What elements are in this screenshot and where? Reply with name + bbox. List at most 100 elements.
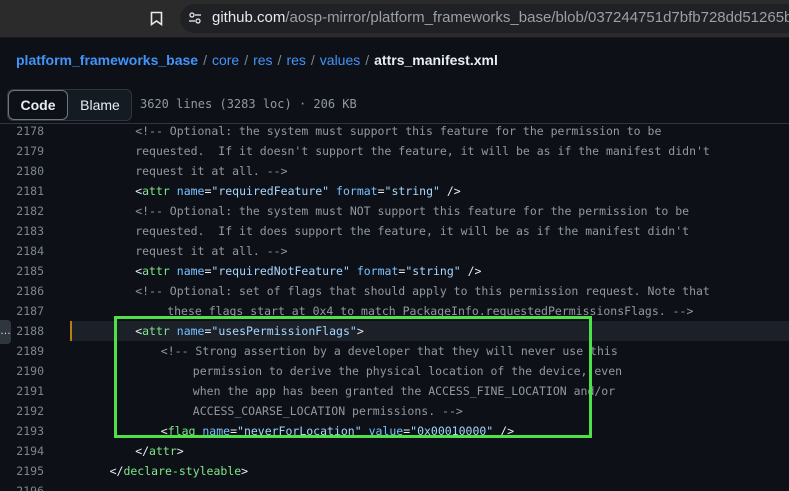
- code-token: request it at all. -->: [135, 244, 288, 258]
- breadcrumb-separator: /: [277, 52, 282, 68]
- code-text: <!-- Optional: the system must support t…: [135, 121, 661, 141]
- code-token: />: [439, 184, 461, 198]
- line-number[interactable]: 2192: [0, 401, 44, 421]
- code-text: requested. If it does support the featur…: [135, 221, 689, 241]
- code-token: format: [356, 264, 399, 278]
- tab-blame[interactable]: Blame: [70, 90, 130, 120]
- code-text: permission to derive the physical locati…: [193, 361, 622, 381]
- code-text: ACCESS_COARSE_LOCATION permissions. -->: [193, 401, 463, 421]
- code-token: name: [176, 324, 205, 338]
- file-info: 3620 lines (3283 loc) · 206 KB: [140, 97, 357, 111]
- line-number[interactable]: 2190: [0, 361, 44, 381]
- code-line: 2179 requested. If it doesn't support the…: [0, 141, 789, 161]
- breadcrumb-separator: /: [365, 52, 370, 68]
- code-line: 2196: [0, 481, 789, 491]
- code-text: request it at all. -->: [135, 241, 287, 261]
- code-text: </attr>: [135, 441, 184, 461]
- code-header: Code Blame 3620 lines (3283 loc) · 206 K…: [0, 86, 789, 124]
- line-number[interactable]: 2194: [0, 441, 44, 461]
- code-token: permission to derive the physical locati…: [192, 364, 623, 378]
- line-number[interactable]: 2179: [0, 141, 44, 161]
- line-number[interactable]: 2191: [0, 381, 44, 401]
- code-line: 2186 <!-- Optional: set of flags that sho…: [0, 281, 789, 301]
- code-text: <attr name="usesPermissionFlags">: [135, 321, 364, 341]
- breadcrumb-separator: /: [310, 52, 315, 68]
- code-token: format: [336, 184, 378, 198]
- code-text: <attr name="requiredFeature" format="str…: [135, 181, 461, 201]
- code-token: attr: [149, 444, 177, 458]
- code-token: >: [356, 324, 364, 338]
- breadcrumb-res-link[interactable]: res: [253, 52, 272, 68]
- code-line: 2188 <attr name="usesPermissionFlags">: [0, 321, 789, 341]
- code-token: ACCESS_COARSE_LOCATION permissions. -->: [192, 404, 463, 418]
- code-line: 2182 <!-- Optional: the system must NOT s…: [0, 201, 789, 221]
- line-number[interactable]: 2181: [0, 181, 44, 201]
- line-number[interactable]: 2189: [0, 341, 44, 361]
- code-line: 2189 <!-- Strong assertion by a developer…: [0, 341, 789, 361]
- code-line: 2183 requested. If it does support the fe…: [0, 221, 789, 241]
- code-token: "requiredFeature": [211, 184, 330, 198]
- code-text: <!-- Optional: the system must NOT suppo…: [135, 201, 689, 221]
- code-token: when the app has been granted the ACCESS…: [192, 384, 616, 398]
- line-number[interactable]: 2185: [0, 261, 44, 281]
- code-token: "requiredNotFeature": [211, 264, 350, 278]
- code-line: 2192 ACCESS_COARSE_LOCATION permissions. …: [0, 401, 789, 421]
- code-line: 2181 <attr name="requiredFeature" format=…: [0, 181, 789, 201]
- site-info-icon[interactable]: [188, 11, 202, 25]
- line-number[interactable]: 2195: [0, 461, 44, 481]
- code-token: <!-- Strong assertion by a developer tha…: [160, 344, 618, 358]
- code-line: 2193 <flag name="neverForLocation" value=…: [0, 421, 789, 441]
- code-line: 2180 request it at all. -->: [0, 161, 789, 181]
- code-token: name: [176, 184, 205, 198]
- code-token: >: [241, 464, 249, 478]
- code-token: </: [135, 444, 150, 458]
- code-line: 2195 </declare-styleable>: [0, 461, 789, 481]
- code-line: 2190 permission to derive the physical lo…: [0, 361, 789, 381]
- code-token: "usesPermissionFlags": [211, 324, 357, 338]
- code-line: 2185 <attr name="requiredNotFeature" form…: [0, 261, 789, 281]
- bookmark-icon[interactable]: [150, 11, 163, 26]
- line-number[interactable]: 2184: [0, 241, 44, 261]
- code-token: these flags start at 0x4 to match Packag…: [167, 304, 694, 318]
- breadcrumb-values-link[interactable]: values: [320, 52, 360, 68]
- code-token: "0x00010000": [410, 424, 494, 438]
- browser-toolbar: github.com/aosp-mirror/platform_framewor…: [0, 0, 789, 38]
- breadcrumb-repo-link[interactable]: platform_frameworks_base: [16, 52, 198, 68]
- breadcrumb-current-file: attrs_manifest.xml: [374, 52, 498, 68]
- url-path: /aosp-mirror/platform_frameworks_base/bl…: [285, 9, 789, 26]
- code-text: </declare-styleable>: [110, 461, 249, 481]
- line-number[interactable]: 2196: [0, 481, 44, 491]
- breadcrumb-separator: /: [203, 52, 207, 68]
- code-token: "neverForLocation": [237, 424, 362, 438]
- line-number[interactable]: 2182: [0, 201, 44, 221]
- code-token: =: [377, 184, 385, 198]
- line-number[interactable]: 2187: [0, 301, 44, 321]
- line-number[interactable]: 2186: [0, 281, 44, 301]
- breadcrumb-separator: /: [244, 52, 249, 68]
- code-token: />: [460, 264, 482, 278]
- code-token: "string": [405, 264, 461, 278]
- line-number[interactable]: 2178: [0, 121, 44, 141]
- code-token: attr: [142, 264, 170, 278]
- line-number[interactable]: 2193: [0, 421, 44, 441]
- ellipsis-icon[interactable]: …: [0, 320, 11, 344]
- code-token: declare-styleable: [123, 464, 242, 478]
- code-text: these flags start at 0x4 to match Packag…: [167, 301, 693, 321]
- code-token: />: [493, 424, 515, 438]
- url-text[interactable]: github.com/aosp-mirror/platform_framewor…: [212, 9, 789, 26]
- line-number[interactable]: 2183: [0, 221, 44, 241]
- code-token: name: [176, 264, 205, 278]
- breadcrumb-res-link-2[interactable]: res: [286, 52, 305, 68]
- code-line: 2184 request it at all. -->: [0, 241, 789, 261]
- code-token: <!-- Optional: the system must NOT suppo…: [135, 204, 690, 218]
- line-number[interactable]: 2180: [0, 161, 44, 181]
- code-token: value: [368, 424, 404, 438]
- breadcrumb-core-link[interactable]: core: [212, 52, 239, 68]
- code-text: <flag name="neverForLocation" value="0x0…: [161, 421, 514, 441]
- tab-code[interactable]: Code: [8, 90, 68, 120]
